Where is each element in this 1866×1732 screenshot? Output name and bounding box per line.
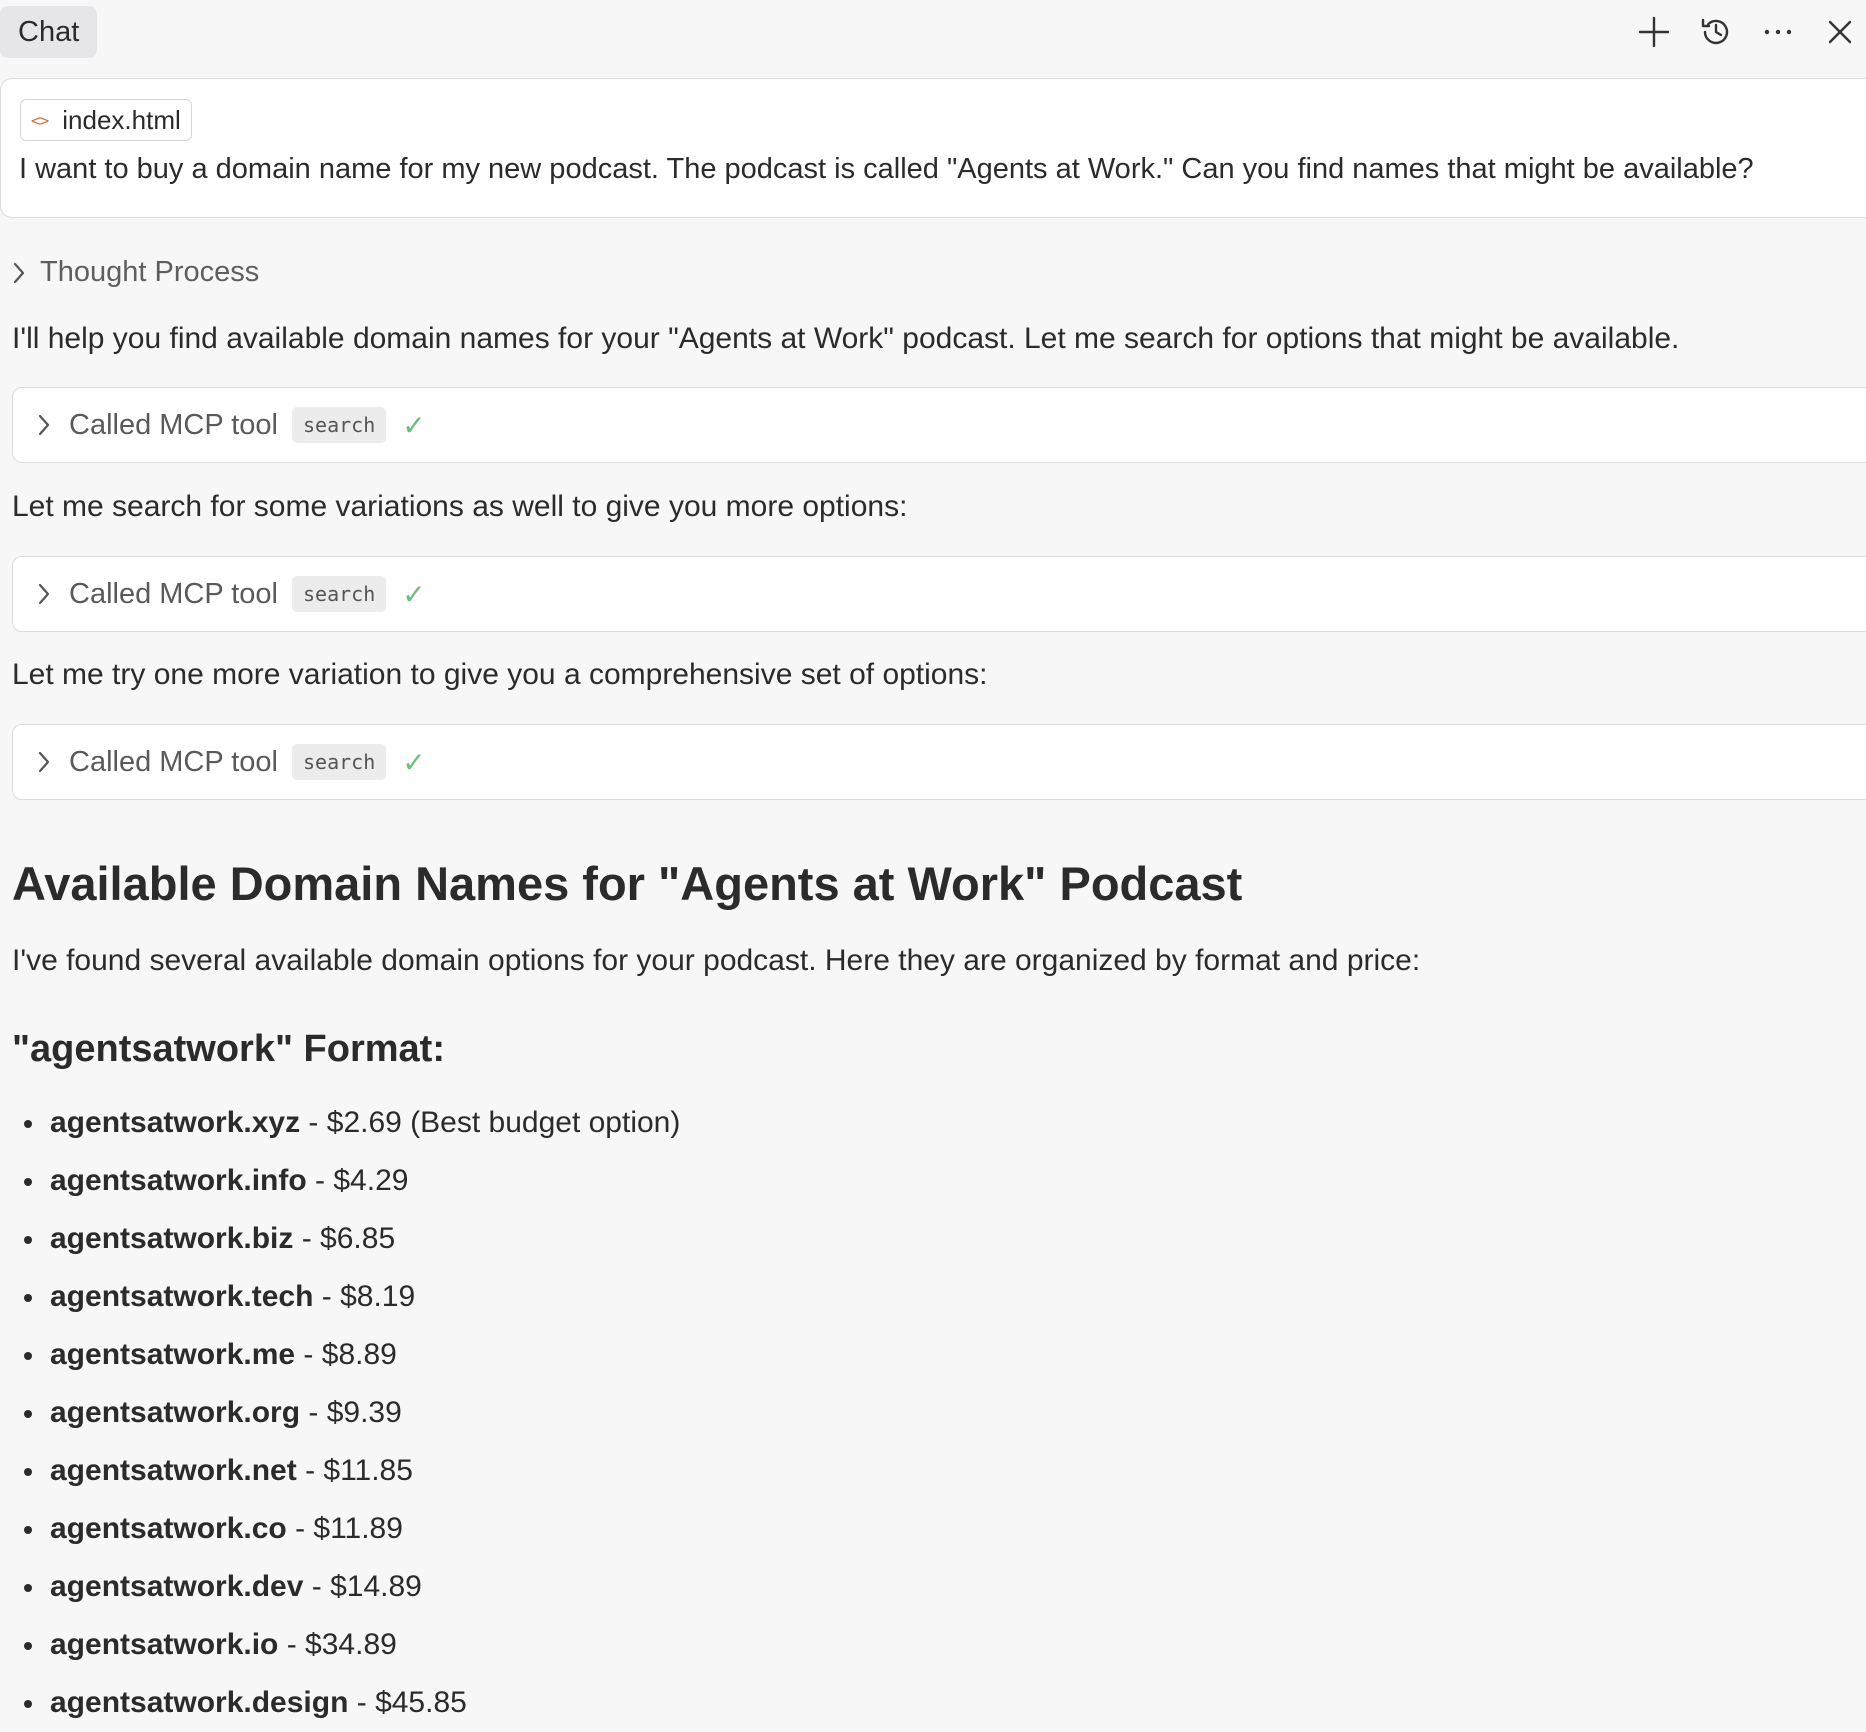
history-icon[interactable]	[1690, 6, 1742, 58]
chevron-right-icon	[13, 262, 25, 283]
check-icon: ✓	[402, 409, 426, 441]
domain-price: - $2.69 (Best budget option)	[300, 1106, 681, 1139]
attachment-chip[interactable]: <> index.html	[20, 99, 192, 141]
list-item: agentsatwork.io - $34.89	[12, 1616, 680, 1674]
chevron-right-icon	[38, 751, 50, 773]
attachment-filename: index.html	[62, 104, 181, 135]
chat-header: Chat	[0, 0, 1866, 64]
domain-name: agentsatwork.tech	[50, 1280, 314, 1313]
response-summary: I've found several available domain opti…	[12, 944, 1421, 977]
domain-name: agentsatwork.design	[50, 1686, 349, 1719]
assistant-paragraph: Let me try one more variation to give yo…	[12, 658, 988, 691]
domain-price: - $8.89	[295, 1338, 397, 1371]
list-item: agentsatwork.xyz - $2.69 (Best budget op…	[12, 1094, 680, 1152]
domain-name: agentsatwork.dev	[50, 1570, 304, 1603]
domain-name: agentsatwork.org	[50, 1396, 301, 1429]
tab-chat[interactable]: Chat	[0, 6, 98, 58]
tool-call-label: Called MCP tool	[69, 577, 279, 610]
chevron-right-icon	[38, 583, 50, 605]
list-item: agentsatwork.info - $4.29	[12, 1152, 680, 1210]
list-item: agentsatwork.biz - $6.85	[12, 1210, 680, 1268]
close-icon[interactable]	[1814, 6, 1866, 58]
assistant-intro: I'll help you find available domain name…	[12, 322, 1680, 355]
domain-price: - $6.85	[293, 1222, 396, 1255]
list-item: agentsatwork.dev - $14.89	[12, 1558, 680, 1616]
thought-process-toggle[interactable]: Thought Process	[10, 256, 259, 289]
list-item: agentsatwork.org - $9.39	[12, 1384, 680, 1442]
domain-price: - $4.29	[306, 1164, 409, 1197]
domain-name: agentsatwork.co	[50, 1512, 287, 1545]
domain-price: - $45.85	[348, 1686, 467, 1719]
list-item: agentsatwork.tech - $8.19	[12, 1268, 680, 1326]
domain-name: agentsatwork.net	[50, 1454, 297, 1487]
domain-name: agentsatwork.biz	[50, 1222, 294, 1255]
tool-call-card[interactable]: Called MCP tool search ✓	[12, 724, 1866, 800]
user-message-text: I want to buy a domain name for my new p…	[19, 153, 1754, 185]
section-heading: "agentsatwork" Format:	[12, 1028, 445, 1070]
chevron-right-icon	[38, 414, 50, 436]
tool-name-badge: search	[292, 407, 387, 443]
tool-call-label: Called MCP tool	[69, 408, 279, 441]
tool-call-card[interactable]: Called MCP tool search ✓	[12, 387, 1866, 463]
tool-name-badge: search	[292, 576, 387, 612]
code-file-icon: <>	[31, 110, 49, 130]
assistant-paragraph: Let me search for some variations as wel…	[12, 490, 908, 523]
thought-process-label: Thought Process	[40, 256, 260, 288]
header-actions	[1618, 6, 1866, 58]
tool-call-card[interactable]: Called MCP tool search ✓	[12, 556, 1866, 632]
more-icon[interactable]	[1752, 6, 1804, 58]
domain-name: agentsatwork.xyz	[50, 1106, 301, 1139]
plus-icon[interactable]	[1628, 6, 1680, 58]
check-icon: ✓	[402, 746, 426, 778]
domain-price: - $8.19	[313, 1280, 416, 1313]
list-item: agentsatwork.me - $8.89	[12, 1326, 680, 1384]
domain-name: agentsatwork.info	[50, 1164, 307, 1197]
domain-price: - $9.39	[300, 1396, 402, 1429]
list-item: agentsatwork.net - $11.85	[12, 1442, 680, 1500]
domain-list: agentsatwork.xyz - $2.69 (Best budget op…	[12, 1094, 680, 1732]
domain-name: agentsatwork.io	[50, 1628, 279, 1661]
tool-call-label: Called MCP tool	[69, 745, 279, 778]
domain-name: agentsatwork.me	[50, 1338, 296, 1371]
list-item: agentsatwork.co - $11.89	[12, 1500, 680, 1558]
domain-price: - $11.89	[286, 1512, 403, 1545]
domain-price: - $11.85	[296, 1454, 413, 1487]
check-icon: ✓	[402, 578, 426, 610]
domain-price: - $14.89	[303, 1570, 422, 1603]
list-item: agentsatwork.design - $45.85	[12, 1674, 680, 1732]
domain-price: - $34.89	[278, 1628, 397, 1661]
response-heading: Available Domain Names for "Agents at Wo…	[12, 857, 1243, 910]
user-message-card[interactable]: <> index.html I want to buy a domain nam…	[0, 78, 1866, 218]
tool-name-badge: search	[292, 744, 387, 780]
